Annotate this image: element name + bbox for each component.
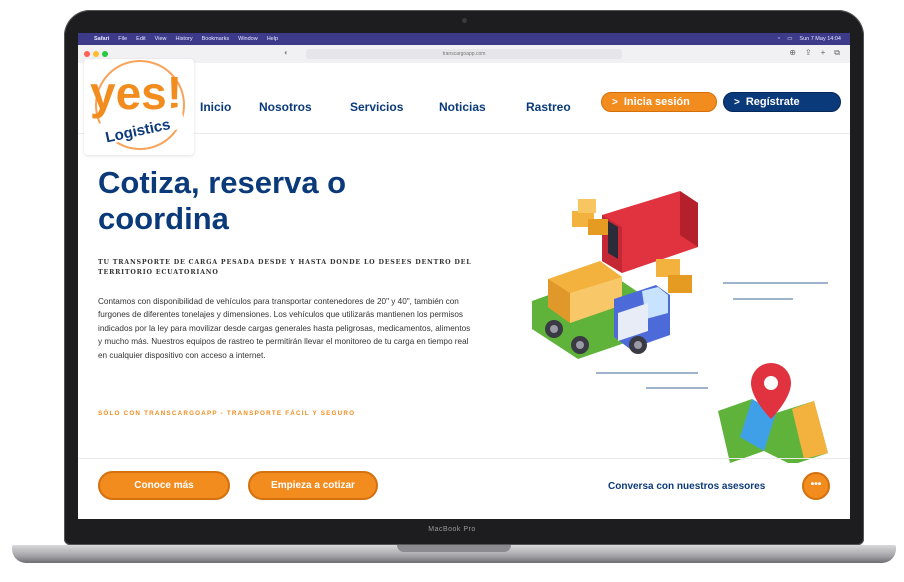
register-label: Regístrate bbox=[745, 96, 800, 108]
hero-subtitle: TU TRANSPORTE DE CARGA PESADA DESDE Y HA… bbox=[98, 259, 472, 276]
mac-menubar: Safari File Edit View History Bookmarks … bbox=[78, 33, 850, 45]
menu-item[interactable]: Window bbox=[238, 36, 258, 42]
menu-item[interactable]: File bbox=[118, 36, 127, 42]
wifi-icon[interactable]: ◔ bbox=[777, 36, 780, 42]
close-window-icon[interactable] bbox=[84, 51, 90, 57]
chevron-right-icon: > bbox=[734, 96, 740, 108]
zoom-window-icon[interactable] bbox=[102, 51, 108, 57]
battery-icon[interactable]: ▭ bbox=[787, 36, 792, 42]
tabs-icon[interactable]: ⧉ bbox=[834, 48, 840, 58]
conoce-mas-button[interactable]: Conoce más bbox=[98, 471, 230, 500]
base-notch bbox=[397, 545, 511, 552]
nav-item-noticias[interactable]: Noticias bbox=[439, 100, 486, 114]
hero-title-line1: Cotiza, reserva o bbox=[98, 165, 347, 200]
screen: Safari File Edit View History Bookmarks … bbox=[78, 33, 850, 519]
laptop-base bbox=[12, 545, 896, 563]
truck-illustration bbox=[532, 191, 698, 359]
menu-item[interactable]: Help bbox=[267, 36, 278, 42]
window-controls bbox=[84, 51, 108, 57]
logo[interactable]: yes! Logistics bbox=[84, 59, 194, 155]
menu-item[interactable]: Safari bbox=[94, 36, 109, 42]
chevron-right-icon: > bbox=[612, 96, 618, 108]
menu-item[interactable]: Bookmarks bbox=[202, 36, 230, 42]
device-label: MacBook Pro bbox=[428, 526, 476, 533]
nav-item-rastreo[interactable]: Rastreo bbox=[526, 100, 571, 114]
nav-item-inicio[interactable]: Inicio bbox=[200, 100, 231, 114]
chat-label[interactable]: Conversa con nuestros asesores bbox=[608, 481, 765, 492]
menu-item[interactable]: View bbox=[155, 36, 167, 42]
content-divider bbox=[78, 458, 850, 459]
plus-icon[interactable]: + bbox=[821, 48, 826, 58]
logo-graphic: yes! Logistics bbox=[90, 60, 185, 150]
hero-title-line2: coordina bbox=[98, 201, 229, 236]
map-pin-illustration bbox=[718, 363, 828, 463]
nav-item-servicios[interactable]: Servicios bbox=[350, 100, 403, 114]
menu-item[interactable]: Edit bbox=[136, 36, 145, 42]
hero-body: Contamos con disponibilidad de vehículos… bbox=[98, 297, 471, 360]
hero-illustration bbox=[532, 191, 828, 463]
menubar-clock[interactable]: Sun 7 May 14:04 bbox=[799, 36, 841, 42]
hero-title: Cotiza, reserva o coordina bbox=[98, 165, 428, 237]
download-icon[interactable]: ⊕ bbox=[789, 48, 796, 58]
login-button[interactable]: > Inicia sesión bbox=[601, 92, 717, 112]
hero-tagline: SÓLO CON TRANSCARGOAPP - TRANSPORTE FÁCI… bbox=[98, 410, 356, 417]
camera bbox=[462, 18, 467, 23]
minimize-window-icon[interactable] bbox=[93, 51, 99, 57]
register-button[interactable]: > Regístrate bbox=[723, 92, 841, 112]
address-bar[interactable]: transcargoapp.com bbox=[306, 49, 622, 59]
share-icon[interactable]: ⇪ bbox=[805, 48, 812, 58]
empieza-cotizar-button[interactable]: Empieza a cotizar bbox=[248, 471, 378, 500]
login-label: Inicia sesión bbox=[623, 96, 690, 108]
menu-item[interactable]: History bbox=[175, 36, 192, 42]
chat-icon[interactable]: ••• bbox=[802, 472, 830, 500]
nav-item-nosotros[interactable]: Nosotros bbox=[259, 100, 312, 114]
shield-icon[interactable]: ◐ bbox=[284, 48, 289, 57]
